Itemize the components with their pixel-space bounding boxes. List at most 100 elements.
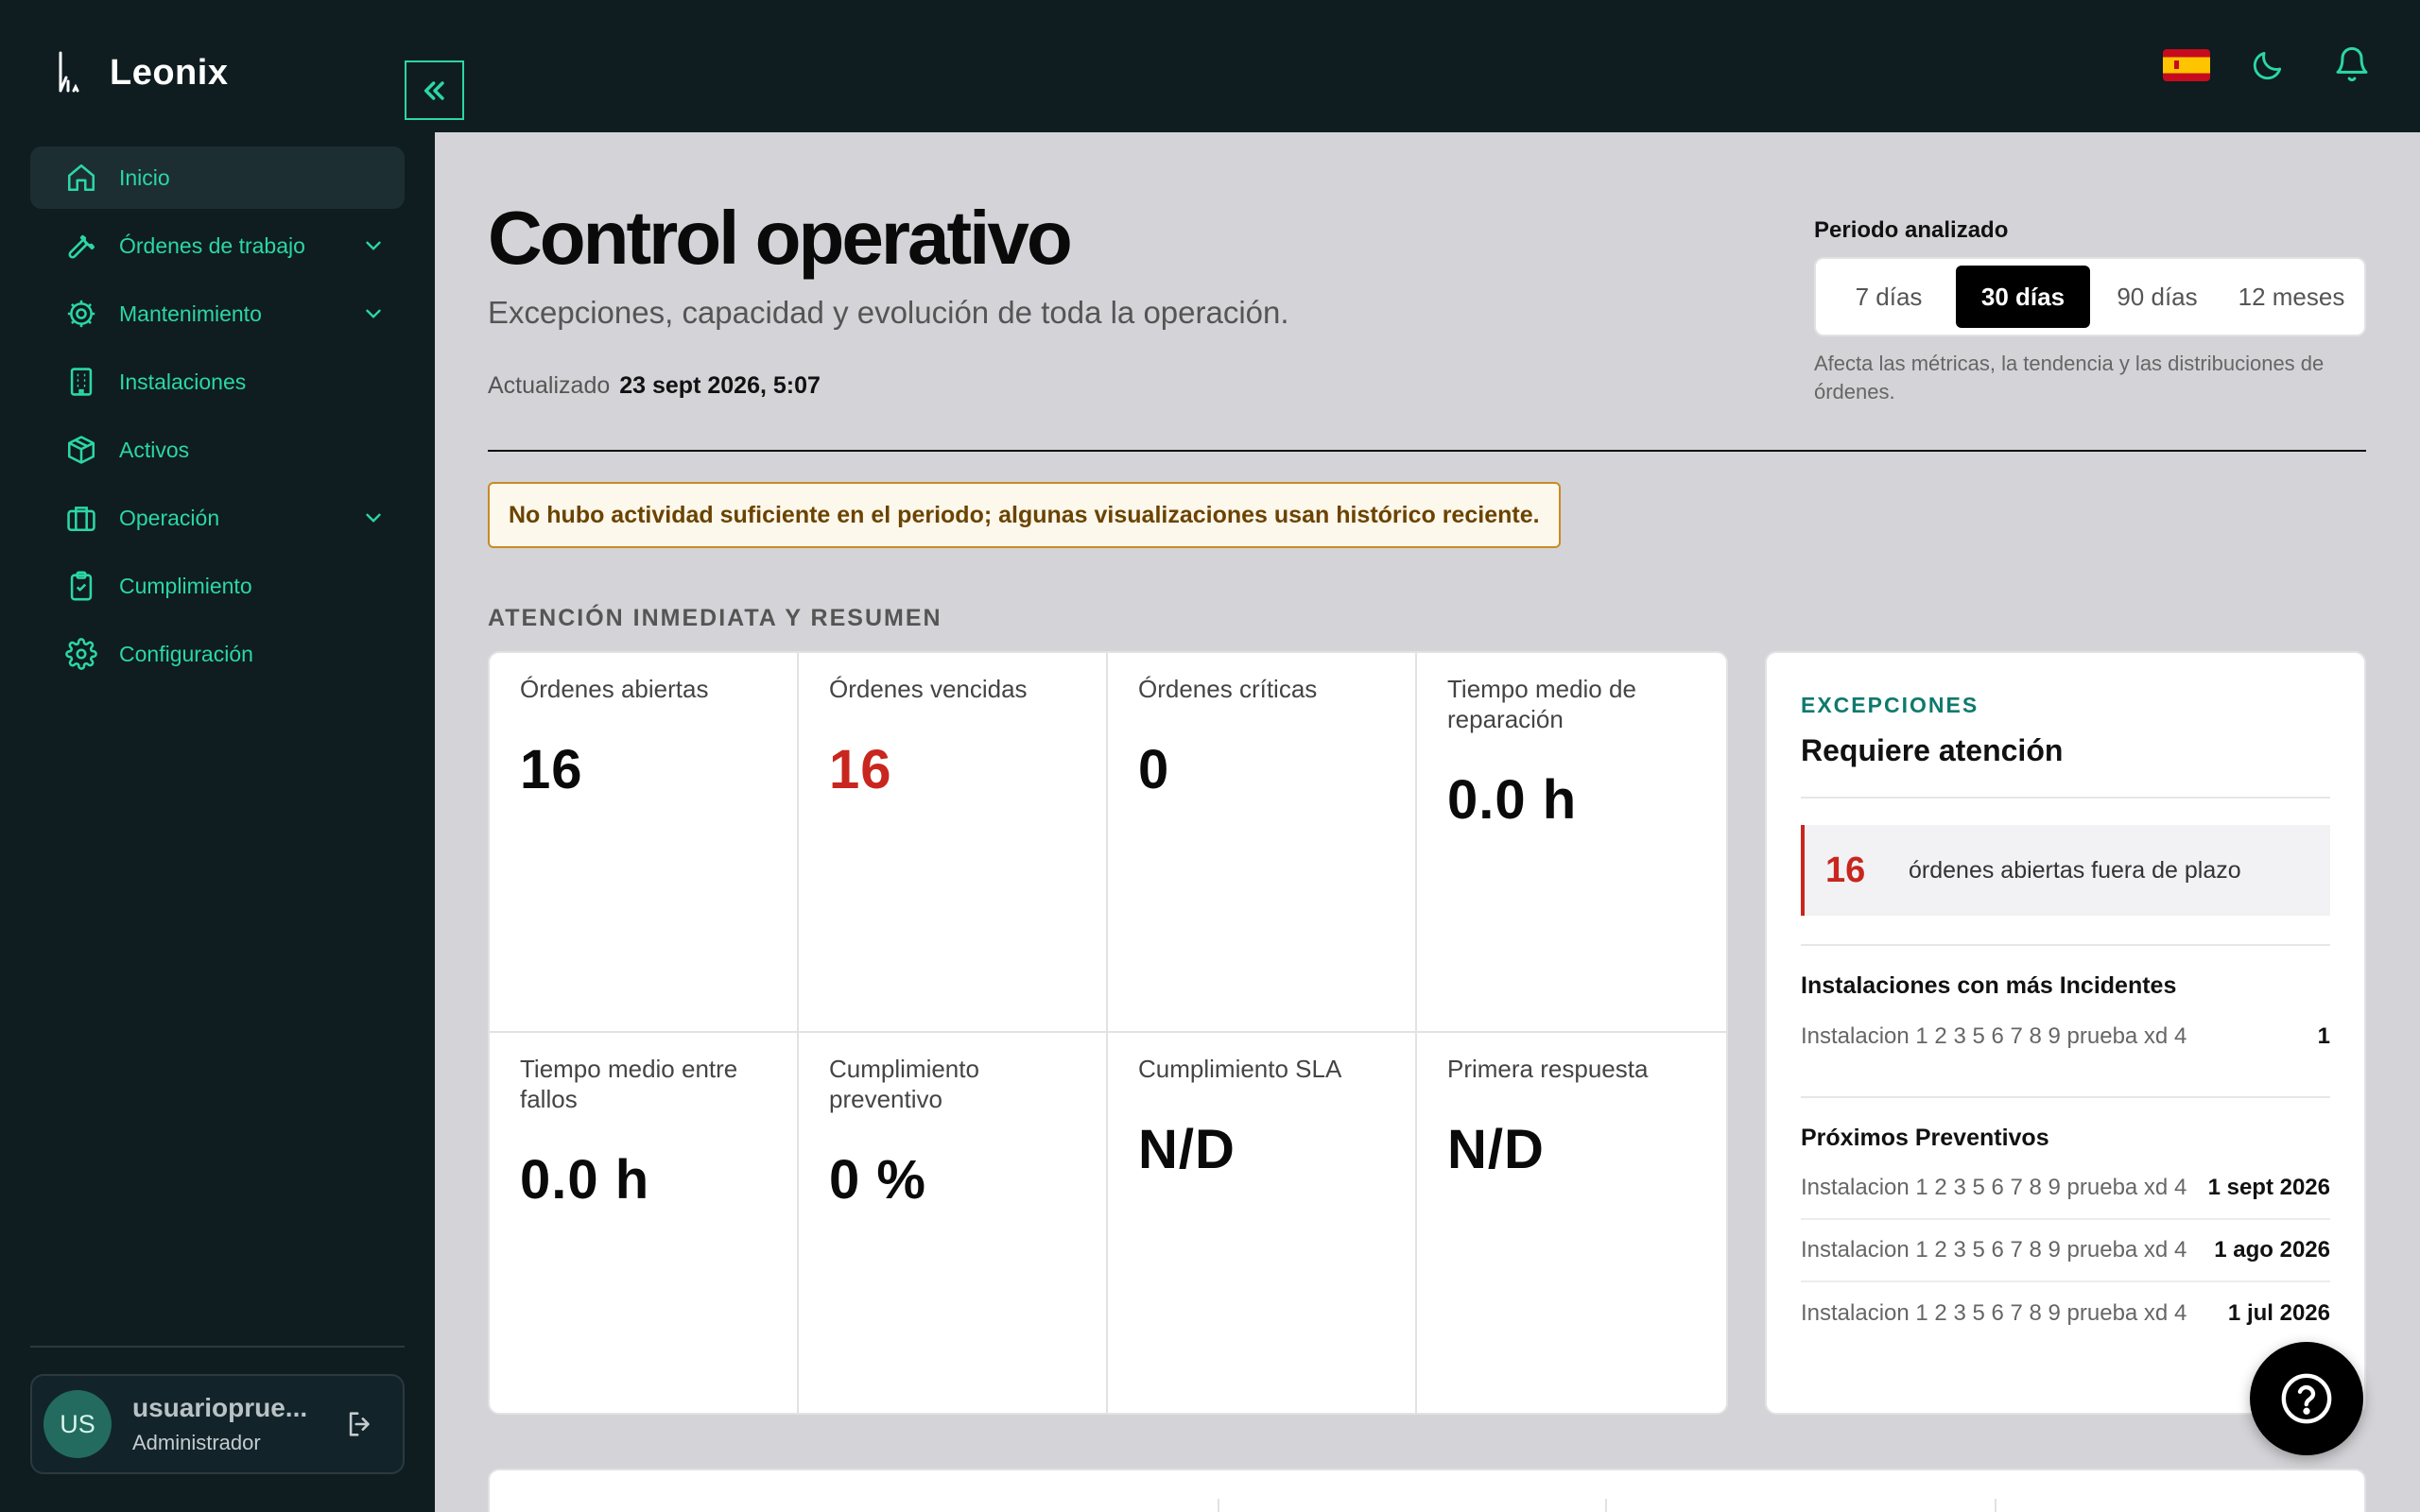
- kpi-value: 16: [520, 739, 583, 800]
- chevron-down-icon[interactable]: [361, 233, 386, 258]
- sidebar-item-cumplimiento[interactable]: Cumplimiento: [30, 555, 405, 617]
- chevrons-left-icon: [424, 80, 444, 100]
- avatar: US: [43, 1390, 112, 1458]
- bell-icon[interactable]: [2333, 45, 2371, 83]
- kpi-mttr[interactable]: Tiempo medio de reparación 0.0 h: [1417, 653, 1726, 1033]
- sidebar-item-label: Cumplimiento: [119, 573, 252, 598]
- collapse-sidebar-button[interactable]: [405, 60, 464, 120]
- header-divider: [488, 450, 2366, 452]
- list-item[interactable]: Instalacion 1 2 3 5 6 7 8 9 prueba xd 4 …: [1801, 1005, 2330, 1068]
- box-icon: [64, 433, 98, 467]
- kpi-first-response[interactable]: Primera respuesta N/D: [1417, 1033, 1726, 1413]
- list-item[interactable]: Instalacion 1 2 3 5 6 7 8 9 prueba xd 4 …: [1801, 1220, 2330, 1282]
- kpi-value: N/D: [1138, 1119, 1236, 1180]
- installation-name: Instalacion 1 2 3 5 6 7 8 9 prueba xd 4: [1801, 1300, 2187, 1326]
- user-name: usuarioprue...: [132, 1393, 308, 1422]
- sidebar-item-instalaciones[interactable]: Instalaciones: [30, 351, 405, 413]
- exceptions-title: Requiere atención: [1801, 733, 2064, 767]
- chevron-down-icon[interactable]: [361, 506, 386, 530]
- kpi-value: 0 %: [829, 1149, 926, 1211]
- top-installations-title: Instalaciones con más Incidentes: [1801, 972, 2177, 999]
- kpi-mtbf[interactable]: Tiempo medio entre fallos 0.0 h: [490, 1033, 799, 1413]
- help-icon: [2281, 1373, 2332, 1424]
- section-title: ATENCIÓN INMEDIATA Y RESUMEN: [488, 605, 942, 631]
- exceptions-card: EXCEPCIONES Requiere atención 16 órdenes…: [1765, 651, 2366, 1415]
- exceptions-eyebrow: EXCEPCIONES: [1801, 693, 1979, 717]
- kpi-label: Cumplimiento preventivo: [829, 1055, 979, 1113]
- period-label: Periodo analizado: [1814, 217, 2009, 243]
- kpi-label: Tiempo medio entre fallos: [520, 1055, 738, 1113]
- moon-icon[interactable]: [2250, 47, 2286, 83]
- user-role: Administrador: [132, 1431, 261, 1454]
- brand[interactable]: Leonix: [55, 49, 228, 96]
- sidebar-item-ordenes[interactable]: Órdenes de trabajo: [30, 215, 405, 277]
- installation-name: Instalacion 1 2 3 5 6 7 8 9 prueba xd 4: [1801, 1175, 2187, 1200]
- sidebar-item-label: Inicio: [119, 164, 170, 190]
- kpi-label: Tiempo medio de reparación: [1447, 675, 1636, 733]
- page-subtitle: Excepciones, capacidad y evolución de to…: [488, 295, 1289, 330]
- brand-name: Leonix: [110, 52, 229, 93]
- kpi-label: Órdenes vencidas: [829, 675, 1028, 703]
- overdue-count: 16: [1825, 850, 1866, 890]
- kpi-sla-compliance[interactable]: Cumplimiento SLA N/D: [1108, 1033, 1417, 1413]
- divider: [1801, 944, 2330, 946]
- updated-label: Actualizado: [488, 372, 611, 399]
- help-button[interactable]: [2250, 1342, 2363, 1455]
- sidebar-item-label: Instalaciones: [119, 369, 247, 394]
- page-title: Control operativo: [488, 196, 1073, 280]
- kpi-overdue-orders[interactable]: Órdenes vencidas 16: [799, 653, 1108, 1033]
- sidebar-item-label: Configuración: [119, 641, 253, 666]
- kpi-label: Órdenes abiertas: [520, 675, 709, 703]
- period-option-90d[interactable]: 90 días: [2090, 266, 2224, 328]
- installation-name: Instalacion 1 2 3 5 6 7 8 9 prueba xd 4: [1801, 1023, 2187, 1049]
- sidebar-divider: [30, 1346, 405, 1348]
- sidebar-item-configuracion[interactable]: Configuración: [30, 623, 405, 685]
- sidebar-item-mantenimiento[interactable]: Mantenimiento: [30, 283, 405, 345]
- warning-banner: No hubo actividad suficiente en el perio…: [488, 482, 1561, 548]
- period-option-30d[interactable]: 30 días: [1956, 266, 2090, 328]
- list-item[interactable]: Instalacion 1 2 3 5 6 7 8 9 prueba xd 4 …: [1801, 1282, 2330, 1345]
- incident-count: 1: [2317, 1023, 2330, 1049]
- chevron-down-icon[interactable]: [361, 301, 386, 326]
- sidebar-item-label: Activos: [119, 437, 190, 462]
- updated-value: 23 sept 2026, 5:07: [619, 372, 821, 399]
- sidebar-item-activos[interactable]: Activos: [30, 419, 405, 481]
- sidebar-item-inicio[interactable]: Inicio: [30, 146, 405, 209]
- kpi-value: N/D: [1447, 1119, 1545, 1180]
- kpi-value: 16: [829, 739, 892, 800]
- cog-icon: [64, 297, 98, 331]
- kpi-preventive-compliance[interactable]: Cumplimiento preventivo 0 %: [799, 1033, 1108, 1413]
- period-note: Afecta las métricas, la tendencia y las …: [1814, 352, 2325, 404]
- logout-icon[interactable]: [344, 1408, 376, 1440]
- divider: [1218, 1499, 1219, 1512]
- user-card[interactable]: US usuarioprue... Administrador: [30, 1374, 405, 1474]
- kpi-critical-orders[interactable]: Órdenes críticas 0: [1108, 653, 1417, 1033]
- sidebar-nav: Inicio Órdenes de trabajo Mantenimiento …: [30, 146, 405, 691]
- kpi-open-orders[interactable]: Órdenes abiertas 16: [490, 653, 799, 1033]
- kpi-label: Órdenes críticas: [1138, 675, 1318, 703]
- main-content: Control operativo Excepciones, capacidad…: [435, 132, 2420, 1512]
- spain-flag-icon[interactable]: [2163, 49, 2210, 81]
- list-item[interactable]: Instalacion 1 2 3 5 6 7 8 9 prueba xd 4 …: [1801, 1158, 2330, 1220]
- period-option-12m[interactable]: 12 meses: [2224, 266, 2359, 328]
- settings-icon: [64, 637, 98, 671]
- divider: [1801, 1096, 2330, 1098]
- sidebar-item-label: Mantenimiento: [119, 301, 262, 326]
- topbar: [435, 0, 2420, 132]
- updated-info: Actualizado 23 sept 2026, 5:07: [488, 372, 821, 400]
- clipboard-check-icon: [64, 569, 98, 603]
- overdue-text: órdenes abiertas fuera de plazo: [1909, 856, 2241, 884]
- kpi-value: 0: [1138, 739, 1170, 800]
- upcoming-preventive-list: Instalacion 1 2 3 5 6 7 8 9 prueba xd 4 …: [1801, 1158, 2330, 1345]
- briefcase-icon: [64, 501, 98, 535]
- user-info: usuarioprue... Administrador: [132, 1393, 307, 1455]
- logo-icon: [59, 51, 79, 93]
- period-option-7d[interactable]: 7 días: [1822, 266, 1956, 328]
- top-installations-list: Instalacion 1 2 3 5 6 7 8 9 prueba xd 4 …: [1801, 1005, 2330, 1068]
- sidebar-item-operacion[interactable]: Operación: [30, 487, 405, 549]
- kpi-label: Cumplimiento SLA: [1138, 1055, 1342, 1083]
- sidebar: Leonix Inicio Órdenes de trabajo Manteni…: [0, 0, 435, 1512]
- preventive-date: 1 ago 2026: [2214, 1237, 2330, 1263]
- period-selector: 7 días 30 días 90 días 12 meses: [1814, 257, 2366, 336]
- overdue-alert[interactable]: 16 órdenes abiertas fuera de plazo: [1801, 825, 2330, 916]
